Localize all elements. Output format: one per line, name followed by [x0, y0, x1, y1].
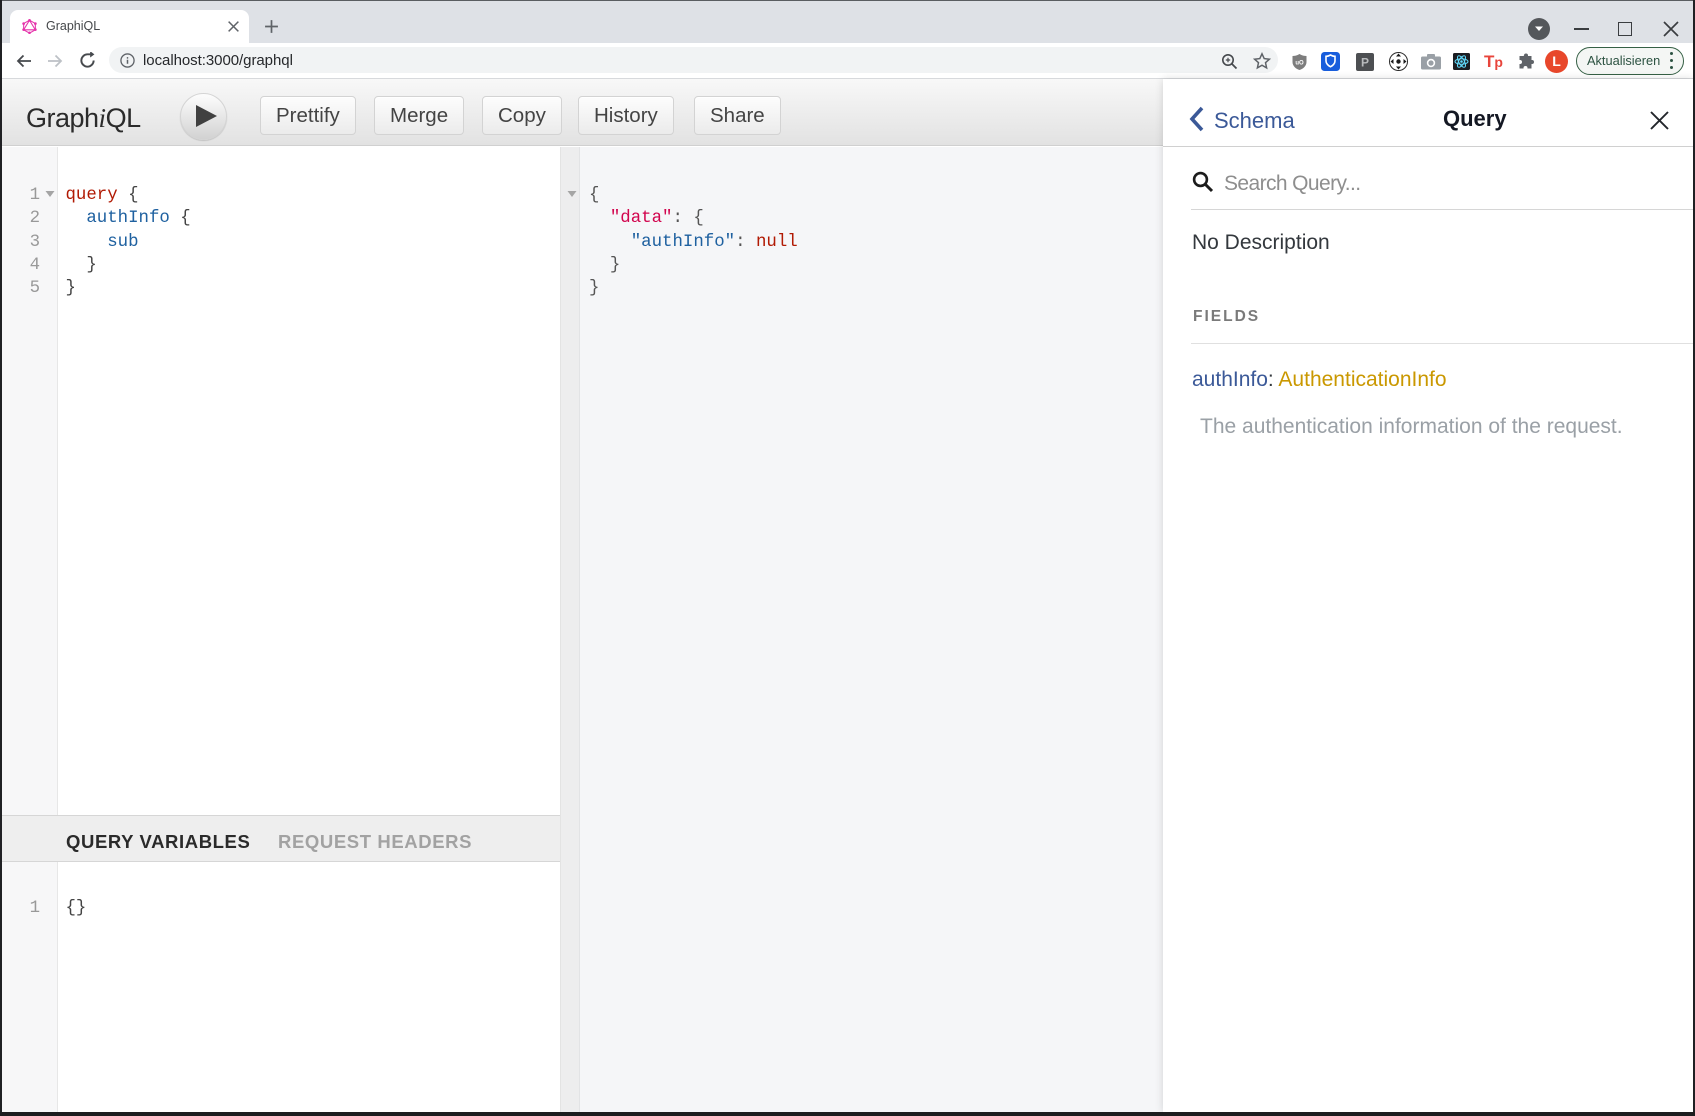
svg-text:P: P: [1361, 56, 1369, 70]
svg-text:uO: uO: [1295, 61, 1304, 67]
